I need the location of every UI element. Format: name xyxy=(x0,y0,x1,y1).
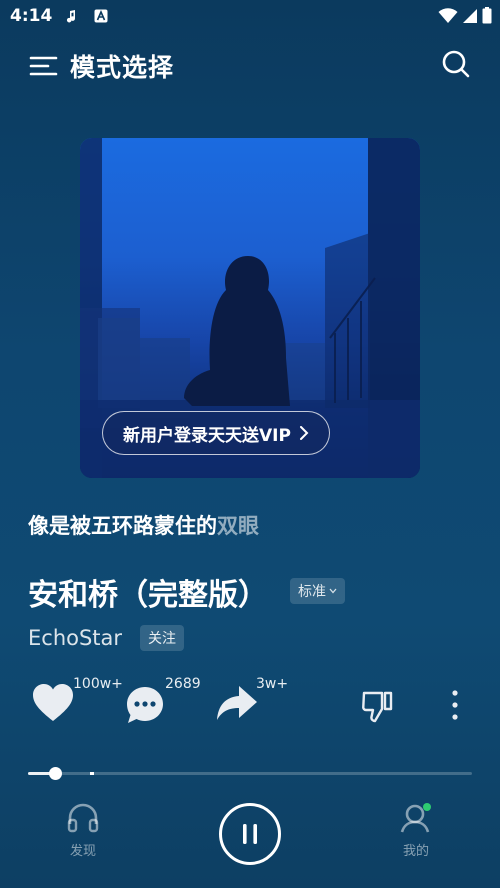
quality-label: 标准 xyxy=(298,584,326,600)
follow-label: 关注 xyxy=(148,631,176,647)
lyric-fading: 双眼 xyxy=(217,514,259,538)
page-title: 模式选择 xyxy=(70,53,175,82)
like-count: 100w+ xyxy=(73,676,123,692)
comment-icon[interactable] xyxy=(124,684,166,726)
vip-promo-button[interactable]: 新用户登录天天送VIP xyxy=(102,411,330,455)
share-arrow-icon[interactable] xyxy=(215,684,259,724)
more-options-icon[interactable] xyxy=(448,688,462,722)
progress-thumb[interactable] xyxy=(48,767,62,780)
quality-select[interactable]: 标准 xyxy=(290,578,345,604)
signal-icon xyxy=(463,8,477,23)
song-title: 安和桥（完整版） xyxy=(28,578,268,613)
comment-count: 2689 xyxy=(165,676,201,692)
bottom-nav: 发现 我的 xyxy=(0,790,500,888)
lyric-main: 像是被五环路蒙住的 xyxy=(28,514,217,538)
pause-icon xyxy=(243,824,257,844)
nav-mine[interactable]: 我的 xyxy=(381,802,451,859)
menu-icon[interactable] xyxy=(28,50,60,80)
battery-icon xyxy=(482,7,492,24)
status-right xyxy=(438,7,492,24)
progress-track xyxy=(28,772,472,775)
follow-button[interactable]: 关注 xyxy=(140,625,184,651)
wifi-icon xyxy=(438,7,458,23)
progress-buffer-marker xyxy=(90,772,95,775)
nav-mine-label: 我的 xyxy=(402,844,429,859)
headphones-icon xyxy=(67,803,99,833)
a-box-icon xyxy=(94,9,108,23)
vip-promo-label: 新用户登录天天送VIP xyxy=(123,425,291,446)
playback-progress[interactable] xyxy=(28,764,472,784)
artist-name[interactable]: EchoStar xyxy=(28,626,122,650)
chevron-down-icon xyxy=(329,588,337,594)
album-cover[interactable]: 新用户登录天天送VIP xyxy=(80,138,420,478)
search-icon[interactable] xyxy=(440,48,472,80)
nav-discover[interactable]: 发现 xyxy=(48,802,118,859)
current-lyric[interactable]: 像是被五环路蒙住的双眼 xyxy=(28,510,259,540)
nav-discover-label: 发现 xyxy=(69,844,96,859)
play-pause-button[interactable] xyxy=(219,803,281,865)
status-bar: 4:14 xyxy=(0,0,500,34)
chevron-right-icon xyxy=(299,426,309,440)
share-count: 3w+ xyxy=(256,676,289,692)
status-time: 4:14 xyxy=(10,6,53,26)
action-row: 100w+ 2689 3w+ xyxy=(0,670,500,740)
header: 模式选择 xyxy=(0,40,500,90)
user-profile-icon xyxy=(400,803,431,833)
music-note-icon xyxy=(66,10,76,23)
like-heart-icon[interactable] xyxy=(31,682,75,724)
thumbs-down-icon[interactable] xyxy=(361,690,393,724)
notification-dot xyxy=(423,803,431,811)
